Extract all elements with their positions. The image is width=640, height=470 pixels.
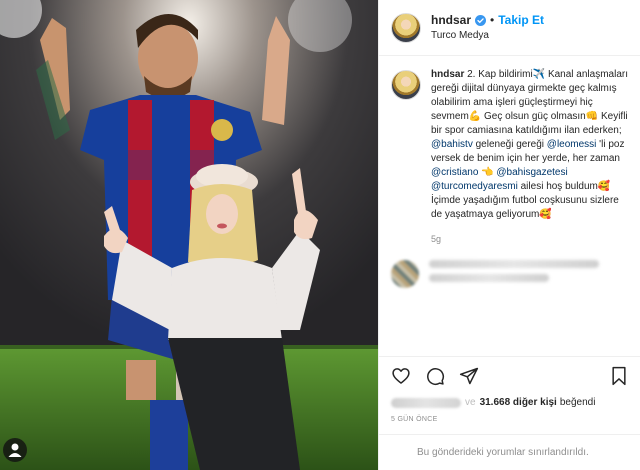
share-icon[interactable] [459,366,479,386]
comments-limited-text: Bu gönderideki yorumlar sınırlandırıldı. [417,447,589,458]
caption-fragment: ✈️ [532,69,546,80]
author-info: hndsar • Takip Et Turco Medya [431,13,544,43]
blurred-comment [391,260,628,288]
caption-fragment: geleneği gereği [472,139,547,150]
caption-mention[interactable]: @turcomedyaresmi [431,181,518,192]
bookmark-icon[interactable] [610,366,628,386]
comments-limited-notice: Bu gönderideki yorumlar sınırlandırıldı. [379,434,640,470]
caption-fragment: 2. Kap bildirimi [467,69,533,80]
blurred-liker-name [391,397,461,408]
comment-icon[interactable] [425,366,445,386]
caption-username[interactable]: hndsar [431,69,464,80]
verified-badge-icon [475,14,487,26]
action-icons [391,365,628,387]
likes-count[interactable]: 31.668 diğer kişi [480,397,557,408]
follow-button[interactable]: Takip Et [498,13,544,28]
caption-time[interactable]: 5g [431,232,628,246]
author-username[interactable]: hndsar [431,13,471,28]
caption-fragment: 🥰 [539,209,552,220]
tagged-user-icon[interactable] [0,435,30,470]
caption-fragment: İçimde yaşadığım futbol coşkusunu sizler… [431,195,619,220]
caption-mention[interactable]: @cristiano [431,167,478,178]
heart-icon[interactable] [391,366,411,386]
caption-fragment: 👈 [478,167,497,178]
caption-text: 2. Kap bildirimi✈️ Kanal anlaşmaları ger… [431,69,628,220]
caption-author-avatar[interactable] [391,70,421,100]
caption-body: hndsar 2. Kap bildirimi✈️ Kanal anlaşmal… [431,68,628,246]
post-photo-illustration [0,0,378,470]
caption-fragment: ailesi hoş buldum [517,181,598,192]
caption-mention[interactable]: @leomessi [547,139,597,150]
author-avatar[interactable] [391,12,421,43]
post-date[interactable]: 5 gün önce [391,416,628,423]
post-image[interactable] [0,0,378,470]
post-sidebar: hndsar • Takip Et Turco Medya hndsar 2. … [378,0,640,470]
caption-mention[interactable]: @bahisgazetesi [496,167,567,178]
caption: hndsar 2. Kap bildirimi✈️ Kanal anlaşmal… [391,68,628,246]
likes-connector: ve [465,397,476,408]
caption-fragment: 👊 [585,111,599,122]
caption-fragment: Geç olsun güç olmasın [481,111,586,122]
likes-summary[interactable]: ve 31.668 diğer kişi beğendi [391,397,628,408]
post-location[interactable]: Turco Medya [431,28,544,43]
caption-mention[interactable]: @bahistv [431,139,473,150]
caption-fragment: 💪 [468,111,482,122]
comments-section: hndsar 2. Kap bildirimi✈️ Kanal anlaşmal… [379,56,640,340]
post-header: hndsar • Takip Et Turco Medya [379,0,640,56]
likes-suffix: beğendi [559,397,596,408]
caption-fragment: 🥰 [597,181,611,192]
blurred-commenter-avatar [391,260,419,288]
post-actions: ve 31.668 diğer kişi beğendi 5 gün önce [379,356,640,423]
header-separator: • [490,12,495,27]
blurred-comment-text [429,260,599,288]
